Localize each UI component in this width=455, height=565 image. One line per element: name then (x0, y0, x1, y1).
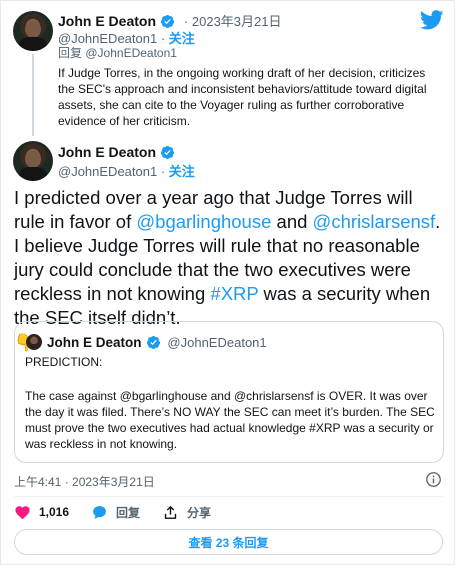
info-icon[interactable] (425, 471, 442, 488)
parent-separator: · (183, 14, 192, 29)
author-name[interactable]: John E Deaton (58, 144, 156, 160)
quoted-tweet[interactable]: John E Deaton @JohnEDeaton1 PREDICTION: … (14, 321, 444, 463)
author-avatar[interactable] (13, 141, 53, 181)
like-button[interactable]: 1,016 (14, 504, 69, 521)
twitter-bird-icon[interactable] (420, 10, 444, 30)
parent-timestamp[interactable]: 2023年3月21日 (192, 14, 282, 29)
tweet-timestamp[interactable]: 上午4:41 · 2023年3月21日 (14, 473, 155, 490)
share-button[interactable]: 分享 (162, 504, 211, 521)
parent-avatar[interactable] (13, 11, 53, 51)
hashtag-link[interactable]: #XRP (210, 283, 258, 304)
mention-link[interactable]: @chrislarsensf (313, 211, 436, 232)
reply-button[interactable]: 回复 (91, 504, 140, 521)
reply-label: 回复 (116, 505, 141, 520)
divider (14, 496, 443, 497)
like-count: 1,016 (39, 505, 70, 519)
quoted-tweet-text: The case against @bgarlinghouse and @chr… (25, 389, 435, 451)
share-upload-icon (164, 505, 177, 519)
quoted-author-handle: @JohnEDeaton1 (167, 335, 267, 350)
reply-to-handle[interactable]: @JohnEDeaton1 (85, 46, 177, 60)
verified-badge-icon (146, 335, 161, 350)
quoted-author-name: John E Deaton (47, 335, 142, 350)
embedded-tweet-card: John E Deaton · 2023年3月21日 @JohnEDeaton1… (0, 0, 455, 565)
verified-badge-icon (161, 145, 175, 160)
thread-connector (32, 54, 34, 136)
parent-author-name[interactable]: John E Deaton (58, 13, 156, 29)
heart-icon (15, 505, 30, 519)
quoted-author-avatar (26, 334, 42, 350)
author-subheader: @JohnEDeaton1 · 关注 (58, 164, 195, 179)
mention-link[interactable]: @bgarlinghouse (136, 211, 271, 232)
quoted-header: John E Deaton @JohnEDeaton1 (47, 334, 267, 352)
reply-to-label: 回复 (58, 46, 83, 60)
parent-tweet-text: If Judge Torres, in the ongoing working … (58, 66, 427, 128)
share-label: 分享 (187, 505, 212, 520)
author-header: John E Deaton (58, 144, 175, 162)
quoted-heading: PREDICTION: (25, 355, 103, 369)
reply-bubble-icon (93, 505, 106, 519)
author-handle[interactable]: @JohnEDeaton1 (58, 164, 157, 179)
follow-button[interactable]: 关注 (169, 164, 195, 179)
reply-context: 回复 @JohnEDeaton1 (58, 44, 177, 61)
view-replies-button[interactable]: 查看 23 条回复 (14, 529, 443, 555)
verified-badge-icon (161, 14, 175, 29)
action-bar: 1,016 回复 分享 (14, 502, 233, 522)
